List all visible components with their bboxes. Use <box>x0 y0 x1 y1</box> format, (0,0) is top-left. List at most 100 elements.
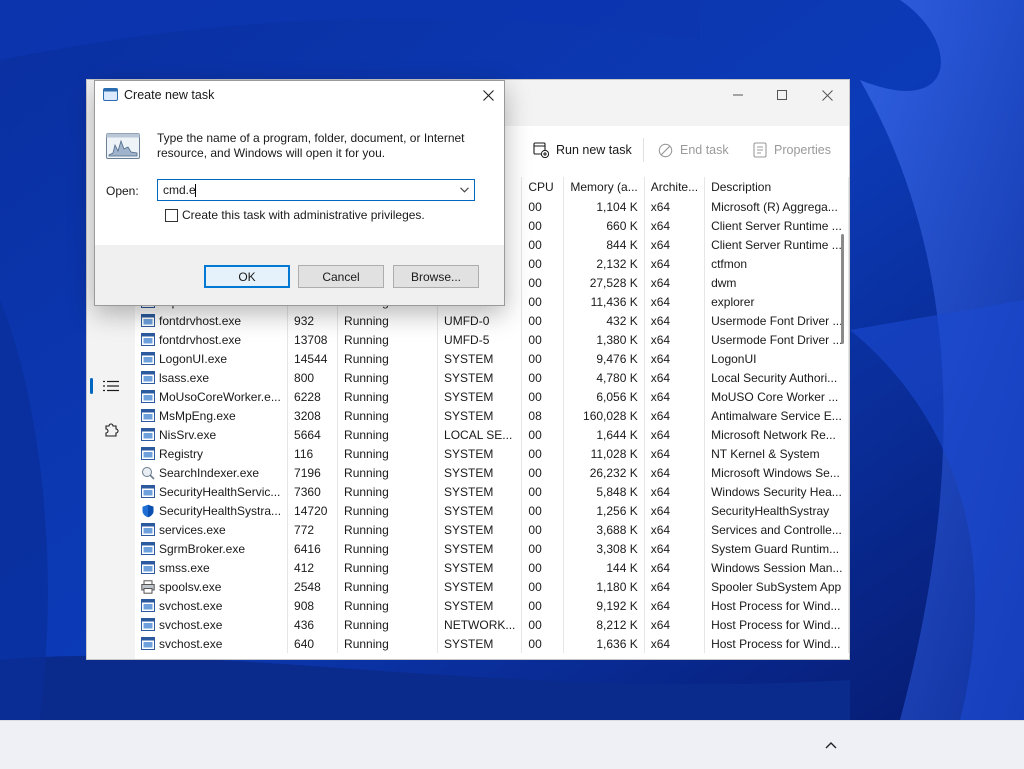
process-name: NisSrv.exe <box>141 428 281 442</box>
dialog-close-button[interactable] <box>478 85 498 105</box>
nav-services-button[interactable] <box>97 415 125 443</box>
checkbox-box[interactable] <box>165 208 178 222</box>
table-row[interactable]: Registry 116 Running SYSTEM 00 11,028 Kx64 NT … <box>135 444 849 463</box>
table-row[interactable]: SgrmBroker.exe 6416 Running SYSTEM 00 3,308 K… <box>135 539 849 558</box>
process-name: fontdrvhost.exe <box>141 314 281 328</box>
open-dropdown-button[interactable] <box>454 180 474 200</box>
table-row[interactable]: svchost.exe 436 Running NETWORK... 00 8,212 K… <box>135 615 849 634</box>
process-name-cell: svchost.exe <box>135 615 289 634</box>
user-name-cell: SYSTEM <box>437 387 523 406</box>
status-cell: Running <box>337 425 439 444</box>
table-row[interactable]: services.exe 772 Running SYSTEM 00 3,688 Kx64… <box>135 520 849 539</box>
admin-privileges-checkbox[interactable]: Create this task with administrative pri… <box>165 208 425 222</box>
process-name-label: smss.exe <box>159 560 210 575</box>
table-row[interactable]: fontdrvhost.exe 13708 Running UMFD-5 00 1,380… <box>135 330 849 349</box>
table-row[interactable]: MoUsoCoreWorker.e... 6228 Running SYSTEM 00 6… <box>135 387 849 406</box>
search-indexer-icon <box>141 466 155 480</box>
cpu-cell: 08 <box>521 406 565 425</box>
description-cell: Client Server Runtime ... <box>704 235 849 254</box>
memory-cell: 1,380 K <box>563 330 645 349</box>
memory-cell: 1,636 K <box>563 634 645 653</box>
show-hidden-icons-button[interactable] <box>820 735 842 755</box>
table-row[interactable]: MsMpEng.exe 3208 Running SYSTEM 08 160,028 Kx… <box>135 406 849 425</box>
description-cell: NT Kernel & System <box>704 444 849 463</box>
minimize-button[interactable] <box>715 80 761 110</box>
architecture-cell: x64 <box>644 311 706 330</box>
column-header-cpu[interactable]: CPU <box>521 177 565 197</box>
architecture-cell: x64 <box>644 577 706 596</box>
description-cell: Host Process for Wind... <box>704 596 849 615</box>
description-cell: Host Process for Wind... <box>704 615 849 634</box>
process-name-label: svchost.exe <box>159 598 223 613</box>
cpu-cell: 00 <box>521 444 565 463</box>
user-name-cell: SYSTEM <box>437 463 523 482</box>
dialog-description: Type the name of a program, folder, docu… <box>157 131 465 160</box>
open-combobox[interactable]: cmd.e <box>157 179 475 201</box>
memory-cell: 6,056 K <box>563 387 645 406</box>
cpu-cell: 00 <box>521 463 565 482</box>
services-puzzle-icon <box>105 423 119 437</box>
table-row[interactable]: svchost.exe 640 Running SYSTEM 00 1,636 Kx64 H… <box>135 634 849 653</box>
column-header-description[interactable]: Description <box>704 177 849 197</box>
table-row[interactable]: smss.exe 412 Running SYSTEM 00 144 Kx64 Window… <box>135 558 849 577</box>
user-name-cell: SYSTEM <box>437 634 523 653</box>
memory-cell: 2,132 K <box>563 254 645 273</box>
run-new-task-button[interactable]: Run new task <box>533 138 632 162</box>
app-icon <box>141 352 155 365</box>
column-header-memory[interactable]: Memory (a... <box>563 177 645 197</box>
nav-processes-button[interactable] <box>97 372 125 400</box>
vertical-scrollbar[interactable] <box>841 234 844 344</box>
maximize-button[interactable] <box>759 80 805 110</box>
pid-cell: 7196 <box>287 463 339 482</box>
pid-cell: 7360 <box>287 482 339 501</box>
cpu-cell: 00 <box>521 311 565 330</box>
user-name-cell: NETWORK... <box>437 615 523 634</box>
description-cell: Microsoft Network Re... <box>704 425 849 444</box>
dialog-title-bar: Create new task <box>95 81 504 109</box>
cpu-cell: 00 <box>521 273 565 292</box>
app-icon <box>141 371 155 384</box>
status-cell: Running <box>337 444 439 463</box>
app-icon <box>141 333 155 346</box>
process-name-label: svchost.exe <box>159 636 223 651</box>
properties-button[interactable]: Properties <box>753 138 831 162</box>
process-name-label: SgrmBroker.exe <box>159 541 246 556</box>
app-icon <box>141 428 155 441</box>
process-name-cell: svchost.exe <box>135 596 289 615</box>
table-row[interactable]: svchost.exe 908 Running SYSTEM 00 9,192 Kx64 H… <box>135 596 849 615</box>
printer-icon <box>141 580 155 594</box>
table-row[interactable]: SearchIndexer.exe 7196 Running SYSTEM 00 26,2… <box>135 463 849 482</box>
open-input[interactable]: cmd.e <box>158 183 454 197</box>
memory-cell: 1,104 K <box>563 197 645 216</box>
table-row[interactable]: LogonUI.exe 14544 Running SYSTEM 00 9,476 Kx6… <box>135 349 849 368</box>
process-name: spoolsv.exe <box>141 580 281 594</box>
table-row[interactable]: NisSrv.exe 5664 Running LOCAL SE... 00 1,644 … <box>135 425 849 444</box>
description-cell: MoUSO Core Worker ... <box>704 387 849 406</box>
browse-button[interactable]: Browse... <box>393 265 479 288</box>
table-row[interactable]: lsass.exe 800 Running SYSTEM 00 4,780 Kx64 Loc… <box>135 368 849 387</box>
user-name-cell: SYSTEM <box>437 577 523 596</box>
table-row[interactable]: fontdrvhost.exe 932 Running UMFD-0 00 432 Kx6… <box>135 311 849 330</box>
cancel-button[interactable]: Cancel <box>298 265 384 288</box>
memory-cell: 9,192 K <box>563 596 645 615</box>
memory-cell: 26,232 K <box>563 463 645 482</box>
user-name-cell: SYSTEM <box>437 406 523 425</box>
table-row[interactable]: SecurityHealthSystra... 14720 Running SYSTE… <box>135 501 849 520</box>
close-button[interactable] <box>804 80 849 110</box>
description-cell: Microsoft Windows Se... <box>704 463 849 482</box>
run-new-task-label: Run new task <box>556 143 632 157</box>
cpu-cell: 00 <box>521 501 565 520</box>
table-row[interactable]: SecurityHealthServic... 7360 Running SYSTEM… <box>135 482 849 501</box>
end-task-button[interactable]: End task <box>658 138 729 162</box>
process-name: SearchIndexer.exe <box>141 466 281 480</box>
column-header-architecture[interactable]: Archite... <box>644 177 706 197</box>
processes-icon <box>103 380 119 392</box>
process-name-cell: Registry <box>135 444 289 463</box>
table-row[interactable]: spoolsv.exe 2548 Running SYSTEM 00 1,180 Kx64… <box>135 577 849 596</box>
status-cell: Running <box>337 615 439 634</box>
admin-privileges-label: Create this task with administrative pri… <box>182 208 425 222</box>
ok-button[interactable]: OK <box>204 265 290 288</box>
dialog-title: Create new task <box>124 88 215 102</box>
memory-cell: 3,688 K <box>563 520 645 539</box>
user-name-cell: UMFD-0 <box>437 311 523 330</box>
